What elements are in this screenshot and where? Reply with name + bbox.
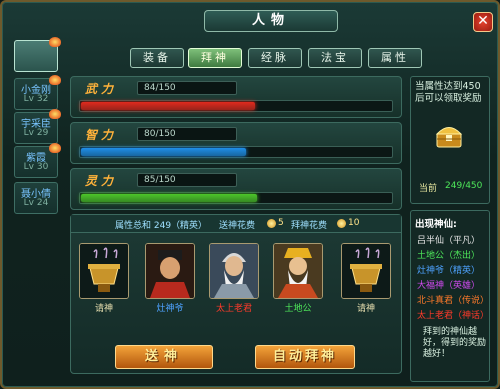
attribute-bar-fill	[81, 148, 246, 156]
slot-label: 请神	[94, 304, 113, 314]
attribute-panel: 武力 84/150 智力 80/150 灵力 85/150	[70, 76, 402, 210]
reward-current-label: 当前	[419, 184, 438, 194]
worship-cost-label: 拜神花费	[291, 221, 328, 231]
coin-icon	[337, 219, 346, 228]
tab-attributes[interactable]: 属性	[368, 48, 422, 68]
attribute-bar-fill	[81, 194, 257, 202]
deity-item: 灶神爷（精英）	[417, 266, 481, 276]
reward-description: 当属性达到450后可以领取奖励	[415, 81, 482, 104]
character-list: 小金刚 Lv 32 宇采臣 Lv 29 紫霞 Lv 30 聂小倩 Lv 24	[12, 37, 61, 378]
attribute-label: 武力	[85, 82, 118, 96]
attribute-row-force: 武力 84/150	[70, 76, 402, 118]
coin-icon	[267, 219, 276, 228]
character-item-xiaojingang[interactable]: 小金刚 Lv 32	[14, 75, 61, 110]
character-level: Lv 30	[23, 162, 49, 172]
tab-worship[interactable]: 拜神	[188, 48, 242, 68]
deity-item: 大福神（英雄）	[417, 281, 481, 291]
cost-bar: 属性总和 249（精英） 送神花费 5 拜神花费 10	[71, 215, 401, 233]
auto-worship-button[interactable]: 自动拜神	[255, 345, 355, 369]
treasure-chest-icon[interactable]	[435, 123, 463, 149]
deity-item: 土地公（杰出）	[417, 251, 481, 261]
attribute-row-spirit: 灵力 85/150	[70, 168, 402, 210]
slot-label: 灶神爷	[156, 304, 184, 314]
attribute-value: 85/150	[137, 173, 237, 187]
tab-treasure[interactable]: 法宝	[308, 48, 362, 68]
character-item-selected[interactable]	[14, 37, 61, 72]
flame-badge-icon	[49, 37, 61, 47]
deity-item: 吕半仙（平凡）	[417, 236, 481, 246]
deity-hint: 拜到的神仙越好，得到的奖励越好！	[423, 327, 487, 359]
send-cost-label: 送神花费	[219, 221, 256, 231]
attribute-bar	[79, 146, 393, 158]
attribute-bar-fill	[81, 102, 255, 110]
attribute-bar	[79, 192, 393, 204]
deity-item: 北斗真君（传说）	[417, 296, 490, 306]
send-cost-value: 5	[278, 218, 284, 228]
reward-current-value: 249/450	[445, 181, 483, 191]
incense-burner-icon	[342, 244, 390, 298]
incense-burner-icon	[80, 244, 128, 298]
attribute-total: 属性总和 249（精英）	[115, 221, 208, 231]
character-item-zixia[interactable]: 紫霞 Lv 30	[14, 143, 61, 178]
deity-item: 太上老君（神话）	[417, 311, 490, 321]
close-button[interactable]: ✕	[473, 12, 493, 32]
tab-meridians[interactable]: 经脉	[248, 48, 302, 68]
worship-slot-5[interactable]: 请神	[341, 243, 391, 314]
window-title: 人物	[204, 10, 338, 32]
attribute-value: 80/150	[137, 127, 237, 141]
tab-equipment[interactable]: 装备	[130, 48, 184, 68]
slot-label: 请神	[356, 304, 375, 314]
worship-slot-2[interactable]: 灶神爷	[145, 243, 195, 314]
laojun-portrait-icon	[210, 244, 258, 298]
attribute-bar	[79, 100, 393, 112]
deity-list-panel: 出现神仙: 吕半仙（平凡） 土地公（杰出） 灶神爷（精英） 大福神（英雄） 北斗…	[410, 210, 490, 382]
character-item-nieqiaoqian[interactable]: 聂小倩 Lv 24	[14, 182, 58, 214]
worship-slot-4[interactable]: 土地公	[273, 243, 323, 314]
character-window: 人物 ✕ 小金刚 Lv 32 宇采臣 Lv 29 紫霞 Lv 30 聂小倩 Lv…	[0, 0, 500, 389]
slot-label: 土地公	[284, 304, 312, 314]
attribute-label: 智力	[85, 128, 118, 142]
character-level: Lv 24	[23, 198, 49, 208]
worship-slot-1[interactable]: 请神	[79, 243, 129, 314]
tudigong-portrait-icon	[274, 244, 322, 298]
character-item-yucaichen[interactable]: 宇采臣 Lv 29	[14, 109, 61, 144]
attribute-value: 84/150	[137, 81, 237, 95]
kitchen-god-portrait-icon	[146, 244, 194, 298]
deity-list-title: 出现神仙:	[415, 219, 457, 230]
attribute-label: 灵力	[85, 174, 118, 188]
send-deity-button[interactable]: 送神	[115, 345, 213, 369]
character-level: Lv 32	[23, 94, 49, 104]
character-level: Lv 29	[23, 128, 49, 138]
slot-label: 太上老君	[215, 304, 252, 314]
attribute-row-intellect: 智力 80/150	[70, 122, 402, 164]
reward-box: 当属性达到450后可以领取奖励 当前 249/450	[410, 76, 490, 204]
worship-slot-3[interactable]: 太上老君	[209, 243, 259, 314]
worship-panel: 属性总和 249（精英） 送神花费 5 拜神花费 10 请神 灶神爷 太上老君 …	[70, 214, 402, 374]
worship-cost-value: 10	[348, 218, 360, 228]
